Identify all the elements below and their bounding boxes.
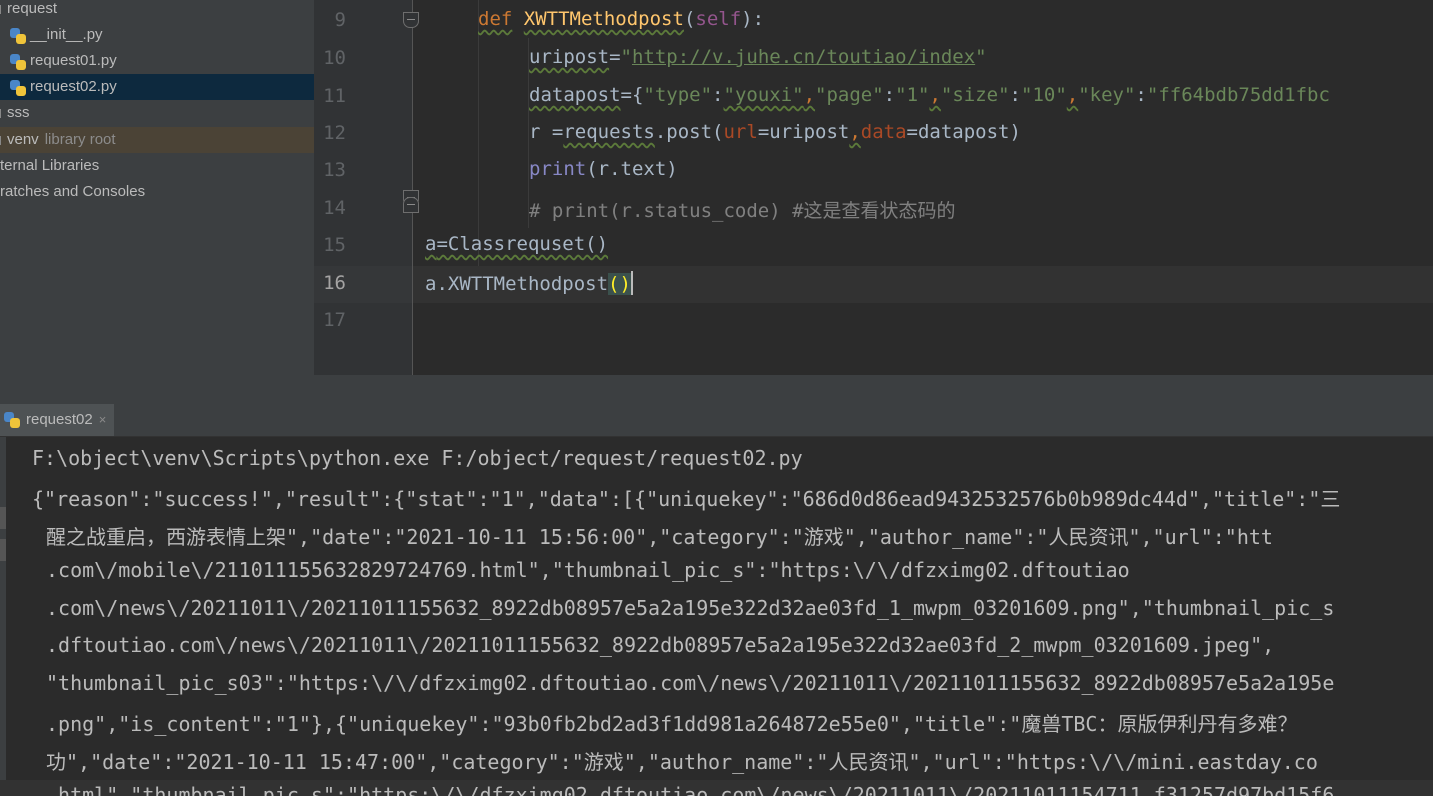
console-line: .com\/mobile\/211011155632829724769.html… [46,558,1130,582]
tree-item-request02-py[interactable]: request02.py [0,74,314,100]
tree-item-external-libraries[interactable]: ternal Libraries [0,153,314,179]
tree-item-label: ternal Libraries [0,157,100,174]
folder-icon [0,136,1,145]
line-number: 12 [323,122,346,144]
tree-item-label: request02.py [30,78,117,95]
line-number: 11 [323,85,346,107]
python-file-icon [10,28,26,44]
tree-item-label: ratches and Consoles [0,183,146,200]
code-line-10[interactable]: uripost="http://v.juhe.cn/toutiao/index" [529,46,987,68]
code-line-12[interactable]: r =requests.post(url=uripost,data=datapo… [529,121,1021,143]
console-line: .com\/news\/20211011\/20211011155632_892… [46,596,1335,620]
text-cursor [630,271,633,295]
line-number-current: 16 [323,272,346,294]
rerun-icon[interactable] [0,507,6,529]
code-line-9[interactable]: def XWTTMethodpost(self): [478,8,764,30]
tree-item-request01-py[interactable]: request01.py [0,48,314,74]
tree-item-sss[interactable]: sss [0,100,314,126]
fold-collapse-icon[interactable] [403,12,419,28]
tree-item-venv[interactable]: venv library root [0,127,314,153]
folder-icon [0,5,1,14]
console-line: 醒之战重启，西游表情上架","date":"2021-10-11 15:56:0… [46,525,1273,549]
line-number: 14 [323,197,346,219]
console-line: 功","date":"2021-10-11 15:47:00","categor… [46,750,1318,774]
tree-item-label: __init__.py [30,26,103,43]
folder-icon [0,109,1,118]
run-tab-label: request02 [26,411,93,428]
run-console[interactable]: F:\object\venv\Scripts\python.exe F:/obj… [0,437,1433,796]
line-number: 10 [323,47,346,69]
project-tree: request __init__.py request01.py request… [0,0,314,404]
code-line-13[interactable]: print(r.text) [529,158,678,180]
code-line-14[interactable]: # print(r.status_code) #这是查看状态码的 [529,196,956,223]
console-line: "thumbnail_pic_s03":"https:\/\/dfzximg02… [46,671,1335,695]
tree-item-scratches[interactable]: ratches and Consoles [0,179,314,205]
run-toolwindow-header: request02 × [0,404,1433,437]
console-line: .png","is_content":"1"},{"uniquekey":"93… [46,712,1298,736]
stop-icon[interactable] [0,539,6,561]
console-line: .html","thumbnail_pic_s":"https:\/\/dfzx… [46,783,1335,796]
library-root-hint: library root [44,131,116,148]
python-run-icon [4,412,20,428]
console-line: .dftoutiao.com\/news\/20211011\/20211011… [46,633,1275,657]
tree-item-request-folder[interactable]: request [0,0,314,22]
tree-item-label: venv [7,131,39,148]
line-number: 17 [323,309,346,331]
line-number: 9 [334,9,346,31]
line-number: 15 [323,234,346,256]
code-line-11[interactable]: datapost={"type":"youxi","page":"1","siz… [529,84,1330,106]
line-number: 13 [323,159,346,181]
tree-item-label: request [7,0,58,17]
tree-item-init-py[interactable]: __init__.py [0,22,314,48]
close-tab-icon[interactable]: × [99,412,107,427]
python-file-icon [10,80,26,96]
code-line-15[interactable]: a=Classrequset() [425,233,608,255]
tree-item-label: sss [7,104,30,121]
code-editor[interactable]: 9 10 11 12 13 14 15 16 17 def XWTTMethod… [314,0,1433,375]
console-line: {"reason":"success!","result":{"stat":"1… [32,487,1341,511]
code-line-16[interactable]: a.XWTTMethodpost() [425,271,633,295]
matched-brackets: () [608,273,631,295]
tree-item-label: request01.py [30,52,117,69]
run-tab-request02[interactable]: request02 × [0,404,115,436]
python-file-icon [10,54,26,70]
fold-end-icon[interactable] [403,197,419,213]
console-line: F:\object\venv\Scripts\python.exe F:/obj… [32,446,803,470]
